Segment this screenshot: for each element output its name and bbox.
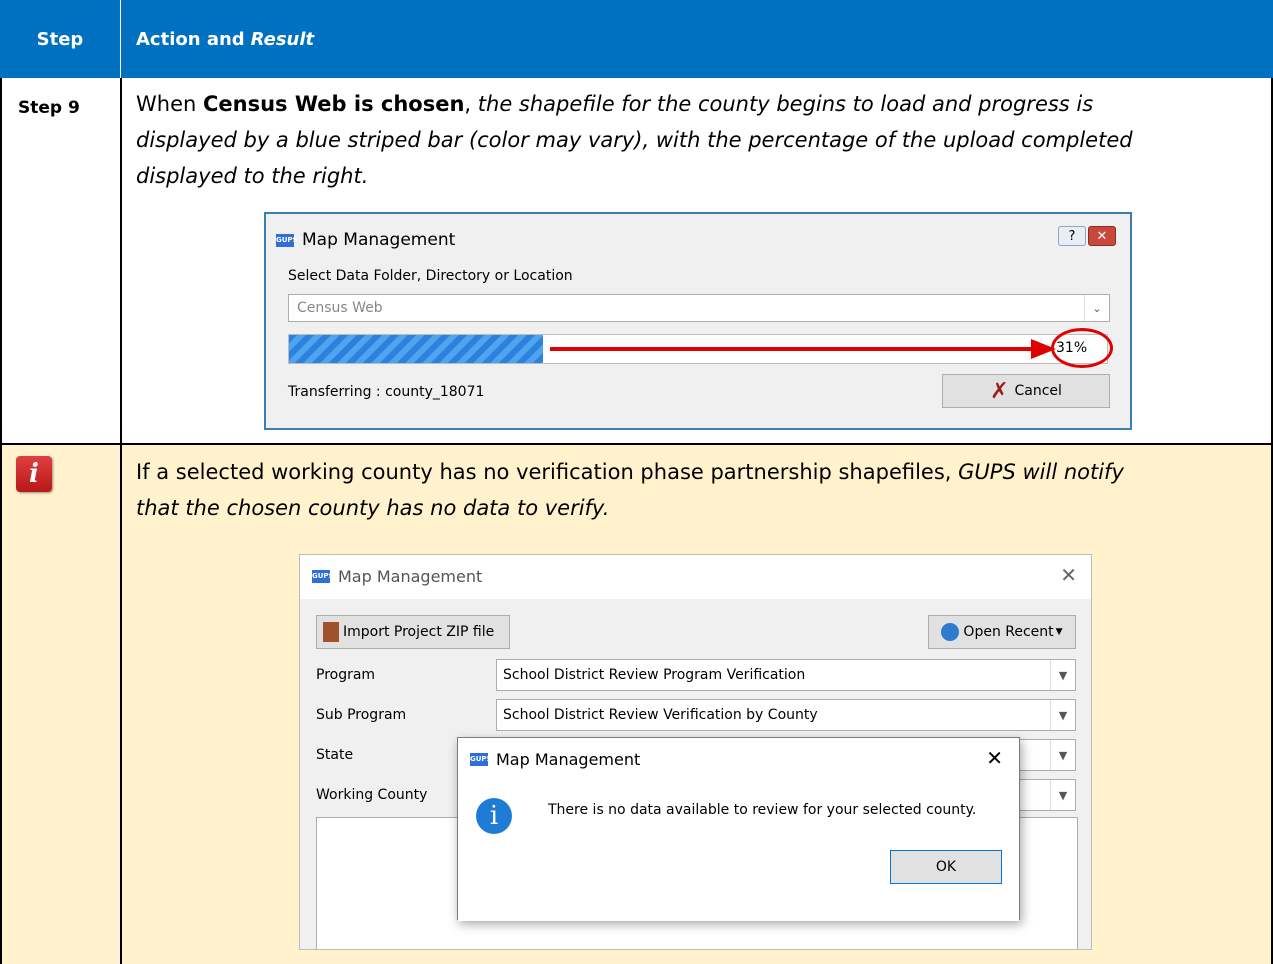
chevron-down-icon: ▼ <box>1050 660 1075 690</box>
header-action: Action and Result <box>136 28 315 50</box>
step-text-line-3: displayed to the right. <box>136 164 369 188</box>
gups-logo-icon: GUPS <box>470 753 492 766</box>
zip-file-icon <box>323 622 339 642</box>
gups-logo-icon: GUPS <box>276 233 298 247</box>
close-button[interactable]: ✕ <box>1060 563 1077 587</box>
program-label: Program <box>316 667 376 683</box>
chevron-down-icon: ▼ <box>1050 780 1075 810</box>
map-management-progress-dialog: GUPS Map Management ? ✕ Select Data Folde… <box>264 212 1132 430</box>
state-label: State <box>316 747 354 763</box>
location-select[interactable]: Census Web ⌄ <box>288 294 1110 322</box>
close-button[interactable]: ✕ <box>986 746 1003 770</box>
note-text-line-2: that the chosen county has no data to ve… <box>136 496 610 520</box>
chevron-down-icon: ▼ <box>1050 700 1075 730</box>
dialog-titlebar: GUPS Map Management ✕ <box>300 555 1091 599</box>
ok-button[interactable]: OK <box>890 850 1002 884</box>
cancel-button[interactable]: ✗ Cancel <box>942 374 1110 408</box>
close-button[interactable]: ✕ <box>1088 226 1116 246</box>
gups-logo-icon: GUPS <box>312 570 334 583</box>
step-text-line-1: When Census Web is chosen, the shapefile… <box>136 92 1094 116</box>
no-data-alert-dialog: GUPS Map Management ✕ i There is no data … <box>457 737 1020 921</box>
step-text-line-2: displayed by a blue striped bar (color m… <box>136 128 1133 152</box>
chevron-down-icon: ▼ <box>1055 627 1063 637</box>
dialog-title: GUPS Map Management <box>276 230 456 250</box>
open-recent-button[interactable]: Open Recent ▼ <box>928 615 1076 649</box>
transfer-status: Transferring : county_18071 <box>288 384 485 400</box>
help-button[interactable]: ? <box>1058 226 1086 246</box>
alert-titlebar: GUPS Map Management ✕ <box>458 738 1019 780</box>
note-text-line-1: If a selected working county has no veri… <box>136 460 1124 484</box>
select-location-label: Select Data Folder, Directory or Locatio… <box>288 268 573 284</box>
import-zip-button[interactable]: Import Project ZIP file <box>316 615 510 649</box>
globe-icon <box>941 623 960 641</box>
county-label: Working County <box>316 787 428 803</box>
alert-message: There is no data available to review for… <box>548 802 977 818</box>
info-icon: i <box>476 798 512 834</box>
cancel-x-icon: ✗ <box>990 378 1009 404</box>
progress-fill <box>289 335 543 363</box>
info-callout-icon: i <box>16 456 52 492</box>
chevron-down-icon: ▼ <box>1050 740 1075 770</box>
red-arrow-annotation <box>550 339 1056 359</box>
chevron-down-icon: ⌄ <box>1084 295 1109 321</box>
subprogram-select[interactable]: School District Review Verification by C… <box>496 699 1076 731</box>
subprogram-label: Sub Program <box>316 707 407 723</box>
map-management-dialog: GUPS Map Management ✕ Import Project ZIP … <box>299 554 1092 950</box>
instruction-table: Step Action and Result Step 9 When Census… <box>0 0 1273 964</box>
red-circle-annotation <box>1051 328 1113 368</box>
step-label: Step 9 <box>18 98 80 118</box>
program-select[interactable]: School District Review Program Verificat… <box>496 659 1076 691</box>
header-step: Step <box>0 0 121 78</box>
table-header: Step Action and Result <box>0 0 1273 78</box>
